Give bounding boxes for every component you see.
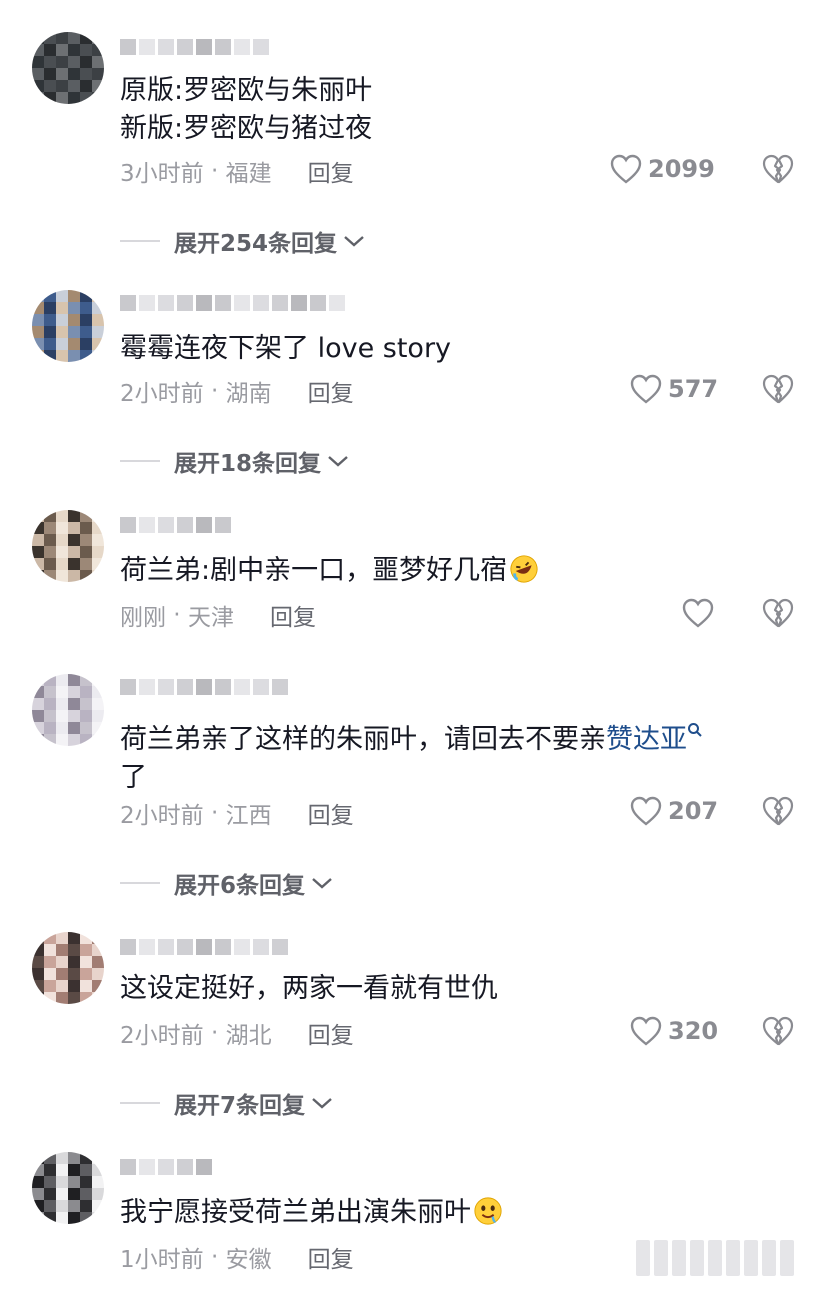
chevron-down-icon [312,878,332,889]
broken-heart-icon [762,154,794,184]
reply-button[interactable]: 回复 [270,598,316,632]
reply-button[interactable]: 回复 [308,1240,354,1274]
like-count: 577 [668,375,719,403]
heart-icon [630,796,662,826]
username-blurred[interactable] [120,1156,212,1178]
comment-time: 刚刚 [120,605,166,631]
like-count: 320 [668,1017,719,1045]
chevron-down-icon [328,456,348,467]
comment-location: 江西 [225,803,272,829]
dislike-button[interactable] [762,796,794,830]
broken-heart-icon [762,374,794,404]
comment-location: 天津 [187,605,234,631]
username-blurred[interactable] [120,292,345,314]
username-blurred[interactable] [120,676,288,698]
username-blurred[interactable] [120,936,288,958]
chevron-down-icon [312,1098,332,1109]
avatar[interactable] [32,932,104,1004]
comment-time: 2小时前 [120,381,204,407]
avatar[interactable] [32,510,104,582]
dislike-button[interactable] [762,1016,794,1050]
search-icon[interactable] [687,723,703,743]
comment-time: 2小时前 [120,1023,204,1049]
divider [120,460,160,462]
username-blurred[interactable] [120,514,231,536]
comment-text: 荷兰弟亲了这样的朱丽叶，请回去不要亲赞达亚 了 [120,714,788,797]
comment-text: 霉霉连夜下架了 love story [120,333,452,364]
username-blurred[interactable] [120,36,269,58]
comment-location: 湖南 [225,381,272,407]
comment-location: 福建 [225,161,272,187]
comment-meta: 1小时前 · 安徽 回复 [120,1240,354,1274]
dislike-button[interactable] [762,154,794,188]
broken-heart-icon [762,598,794,628]
search-link[interactable]: 赞达亚 [606,724,687,755]
like-button[interactable]: 577 [630,374,718,404]
like-button[interactable]: 320 [630,1016,718,1046]
expand-replies-button[interactable]: 展开254条回复 [120,224,365,258]
comment-text: 荷兰弟:剧中亲一口，噩梦好几宿 [120,552,788,590]
divider [120,882,160,884]
comment-location: 湖北 [225,1023,272,1049]
like-button[interactable]: 2099 [610,154,715,184]
comment-time: 3小时前 [120,161,204,187]
reply-button[interactable]: 回复 [308,1016,354,1050]
expand-replies-button[interactable]: 展开7条回复 [120,1086,333,1120]
heart-icon [610,154,642,184]
chevron-down-icon [344,236,364,247]
comment-text: 我宁愿接受荷兰弟出演朱丽叶 [120,1194,788,1232]
comment-meta: 2小时前 · 湖北 回复 [120,1016,354,1050]
expand-replies-label: 展开254条回复 [174,231,338,257]
avatar[interactable] [32,1152,104,1224]
expand-replies-button[interactable]: 展开18条回复 [120,444,349,478]
avatar[interactable] [32,32,104,104]
expand-replies-label: 展开7条回复 [174,1093,306,1119]
dislike-button[interactable] [762,374,794,408]
comment-meta: 2小时前 · 江西 回复 [120,796,354,830]
like-count: 2099 [648,155,715,183]
comment-meta: 刚刚 · 天津 回复 [120,598,316,632]
avatar[interactable] [32,674,104,746]
expand-replies-button[interactable]: 展开6条回复 [120,866,333,900]
dislike-button[interactable] [762,598,794,632]
divider [120,1102,160,1104]
comment-text: 这设定挺好，两家一看就有世仇 [120,973,498,1004]
comment-time: 1小时前 [120,1247,204,1273]
heart-icon [630,1016,662,1046]
watermark-bars [636,1240,794,1276]
reply-button[interactable]: 回复 [308,796,354,830]
comment-meta: 3小时前 · 福建 回复 [120,154,354,188]
drooling-emoji-icon [474,1197,502,1225]
rofl-emoji-icon [510,555,538,583]
comment-text: 原版:罗密欧与朱丽叶 新版:罗密欧与猪过夜 [120,75,373,144]
expand-replies-label: 展开6条回复 [174,873,306,899]
comment-location: 安徽 [225,1247,272,1273]
reply-button[interactable]: 回复 [308,154,354,188]
comment-meta: 2小时前 · 湖南 回复 [120,374,354,408]
like-button[interactable] [682,598,714,628]
like-count: 207 [668,797,719,825]
divider [120,240,160,242]
broken-heart-icon [762,796,794,826]
avatar[interactable] [32,290,104,362]
broken-heart-icon [762,1016,794,1046]
like-button[interactable]: 207 [630,796,718,826]
expand-replies-label: 展开18条回复 [174,451,322,477]
comment-time: 2小时前 [120,803,204,829]
heart-icon [630,374,662,404]
heart-icon [682,598,714,628]
reply-button[interactable]: 回复 [308,374,354,408]
